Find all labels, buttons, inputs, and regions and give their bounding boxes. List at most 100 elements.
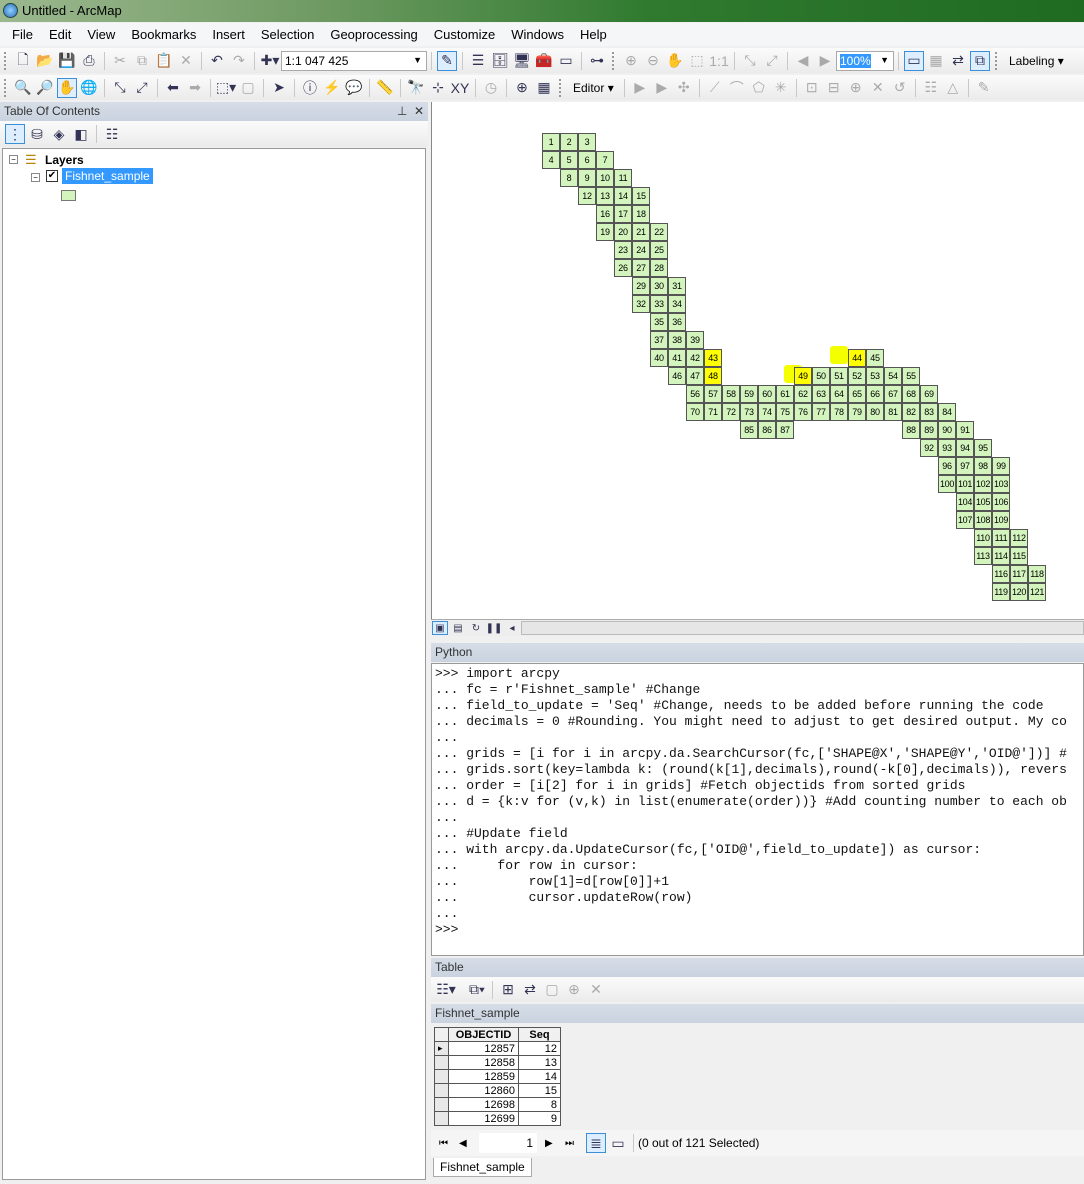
zoom-in-icon[interactable]: 🔍 (13, 78, 33, 98)
grid-cell[interactable]: 117 (1010, 565, 1028, 583)
grid-cell[interactable]: 82 (902, 403, 920, 421)
menu-insert[interactable]: Insert (204, 27, 253, 42)
grid-cell[interactable]: 73 (740, 403, 758, 421)
close-icon[interactable]: ✕ (414, 104, 424, 118)
fixed-zoom-in-icon[interactable]: ⤡ (110, 78, 130, 98)
grid-cell[interactable]: 116 (992, 565, 1010, 583)
new-icon[interactable]: 🗋 (13, 51, 33, 71)
open-icon[interactable]: 📂 (35, 51, 55, 71)
first-record-button[interactable]: ⏮ (439, 1138, 459, 1149)
grid-cell[interactable]: 118 (1028, 565, 1046, 583)
grid-cell[interactable]: 114 (992, 547, 1010, 565)
list-by-selection-icon[interactable]: ◧ (71, 124, 91, 144)
grid-cell[interactable]: 23 (614, 241, 632, 259)
grid-cell[interactable]: 15 (632, 187, 650, 205)
magnifier-icon[interactable]: ⊕ (512, 78, 532, 98)
table-row[interactable]: ▸ 12857 12 (434, 1041, 561, 1056)
identify-icon[interactable]: ⓘ (300, 78, 320, 98)
change-layout-icon[interactable]: ⇄ (948, 51, 968, 71)
grid-cell[interactable]: 22 (650, 223, 668, 241)
grid-cell[interactable]: 60 (758, 385, 776, 403)
grid-cell[interactable]: 64 (830, 385, 848, 403)
grid-cell[interactable]: 66 (866, 385, 884, 403)
menu-selection[interactable]: Selection (253, 27, 322, 42)
zoom-to-selected-icon[interactable]: ⊕ (564, 980, 584, 1000)
hyperlink-icon[interactable]: ⚡ (322, 78, 342, 98)
grid-cell[interactable]: 6 (578, 151, 596, 169)
layout-fixed-zoom-out-icon[interactable]: ⤢ (762, 51, 782, 71)
collapse-layer-icon[interactable]: − (31, 173, 40, 182)
grid-cell[interactable]: 93 (938, 439, 956, 457)
grid-cell[interactable]: 90 (938, 421, 956, 439)
grid-cell[interactable]: 42 (686, 349, 704, 367)
related-tables-icon[interactable]: ⧉▾ (467, 980, 487, 1000)
python-window-icon[interactable]: ▭ (556, 51, 576, 71)
grid-cell[interactable]: 17 (614, 205, 632, 223)
grid-cell[interactable]: 112 (1010, 529, 1028, 547)
arctoolbox-icon[interactable]: 🧰 (534, 51, 554, 71)
objectid-cell[interactable]: 12860 (448, 1083, 519, 1098)
cut-icon[interactable]: ✂ (110, 51, 130, 71)
next-record-button[interactable]: ▶ (545, 1138, 565, 1149)
grid-cell[interactable]: 119 (992, 583, 1010, 601)
sketch-properties-icon[interactable]: △ (943, 78, 963, 98)
objectid-cell[interactable]: 12699 (448, 1111, 519, 1126)
grid-cell[interactable]: 14 (614, 187, 632, 205)
objectid-cell[interactable]: 12859 (448, 1069, 519, 1084)
menu-view[interactable]: View (79, 27, 123, 42)
grid-cell[interactable]: 45 (866, 349, 884, 367)
grid-cell[interactable]: 87 (776, 421, 794, 439)
grid-cell[interactable]: 94 (956, 439, 974, 457)
grid-cell[interactable]: 8 (560, 169, 578, 187)
grid-cell[interactable]: 121 (1028, 583, 1046, 601)
show-all-records-button[interactable]: ≣ (586, 1133, 606, 1153)
grid-cell[interactable]: 63 (812, 385, 830, 403)
grid-cell[interactable]: 13 (596, 187, 614, 205)
clear-selected-icon[interactable]: ▢ (238, 78, 258, 98)
html-popup-icon[interactable]: 💬 (344, 78, 364, 98)
catalog-icon[interactable]: 🗄 (490, 51, 510, 71)
toolbar-grip[interactable] (559, 78, 563, 97)
record-number-input[interactable]: 1 (479, 1133, 537, 1153)
grid-cell[interactable]: 78 (830, 403, 848, 421)
grid-cell[interactable]: 40 (650, 349, 668, 367)
grid-cell[interactable]: 25 (650, 241, 668, 259)
table-row[interactable]: 12698 8 (434, 1097, 561, 1112)
grid-cell[interactable]: 83 (920, 403, 938, 421)
grid-cell[interactable]: 19 (596, 223, 614, 241)
table-row[interactable]: 12860 15 (434, 1083, 561, 1098)
grid-cell[interactable]: 33 (650, 295, 668, 313)
grid-cell[interactable]: 80 (866, 403, 884, 421)
grid-cell[interactable]: 84 (938, 403, 956, 421)
grid-cell[interactable]: 75 (776, 403, 794, 421)
grid-cell[interactable]: 85 (740, 421, 758, 439)
grid-cell[interactable]: 101 (956, 475, 974, 493)
edit-tool-icon[interactable]: ▶ (630, 78, 650, 98)
grid-cell[interactable]: 44 (848, 349, 866, 367)
grid-cell[interactable]: 53 (866, 367, 884, 385)
grid-cell[interactable]: 102 (974, 475, 992, 493)
toolbar-grip[interactable] (4, 51, 8, 70)
options-icon[interactable]: ☷ (102, 124, 122, 144)
fixed-zoom-out-icon[interactable]: ⤢ (132, 78, 152, 98)
grid-cell[interactable]: 4 (542, 151, 560, 169)
row-selector[interactable] (434, 1055, 449, 1070)
delete-icon[interactable]: ✕ (176, 51, 196, 71)
menu-windows[interactable]: Windows (503, 27, 572, 42)
measure-icon[interactable]: 📏 (375, 78, 395, 98)
layout-view-button[interactable]: ▤ (450, 621, 466, 635)
grid-cell[interactable]: 68 (902, 385, 920, 403)
search-window-icon[interactable]: 🖥 (512, 51, 532, 71)
trace-icon[interactable]: ⬠ (749, 78, 769, 98)
forward-extent-icon[interactable]: ➡ (185, 78, 205, 98)
column-header-seq[interactable]: Seq (518, 1027, 561, 1042)
find-icon[interactable]: 🔭 (406, 78, 426, 98)
grid-cell[interactable]: 79 (848, 403, 866, 421)
table-row[interactable]: 12858 13 (434, 1055, 561, 1070)
refresh-icon[interactable]: ↻ (468, 621, 484, 635)
grid-cell[interactable]: 56 (686, 385, 704, 403)
grid-cell[interactable]: 86 (758, 421, 776, 439)
row-selector[interactable] (434, 1083, 449, 1098)
grid-cell[interactable]: 49 (794, 367, 812, 385)
collapse-layers-icon[interactable]: − (9, 155, 18, 164)
